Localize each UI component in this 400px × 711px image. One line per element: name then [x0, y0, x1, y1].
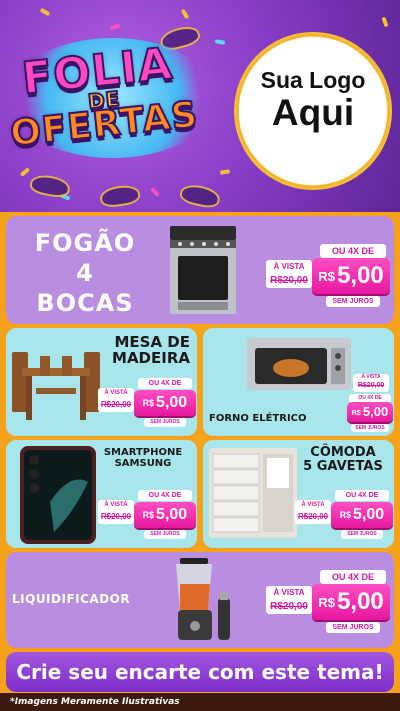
cta-banner[interactable]: Crie seu encarte com este tema! [6, 652, 394, 692]
smartphone-image [20, 446, 96, 544]
price-tag: À VISTA R$20,00 OU 4X DE R$5,00 SEM JURO… [266, 566, 390, 646]
product-name-line: FOGÃO [34, 229, 136, 257]
price-old: R$20,00 [100, 512, 132, 521]
confetti [381, 16, 389, 28]
price-currency: R$ [318, 268, 336, 284]
logo-placeholder-text: Sua Logo Aqui [234, 68, 392, 133]
product-card-liquidificador[interactable]: LIQUIDIFICADOR À VISTA R$20,00 OU 4X DE … [6, 552, 394, 648]
price-currency: R$ [142, 398, 155, 408]
carnival-mask-icon [28, 172, 72, 200]
price-avista-label: À VISTA [301, 502, 325, 508]
price-value: R$5,00 [312, 584, 390, 620]
confetti [39, 7, 51, 17]
confetti [219, 169, 231, 175]
price-note: SEM JUROS [144, 418, 186, 427]
blender-image [176, 558, 230, 640]
price-currency: R$ [142, 510, 155, 520]
price-tag: À VISTA R$20,00 OU 4X DE R$5,00 SEM JURO… [98, 376, 196, 434]
price-value: R$5,00 [331, 502, 393, 528]
disclaimer-footer: *Imagens Meramente Ilustrativas [0, 693, 400, 711]
price-tag: À VISTA R$20,00 OU 4X DE R$5,00 SEM JURO… [98, 488, 196, 546]
product-name: FORNO ELÉTRICO [209, 413, 309, 425]
price-old: R$20,00 [297, 512, 329, 521]
dresser-image [209, 448, 297, 538]
product-name: LIQUIDIFICADOR [12, 592, 162, 606]
oven-image [247, 338, 351, 390]
product-name: CÔMODA 5 GAVETAS [299, 445, 387, 475]
product-name-line: LIQUIDIFICADOR [12, 592, 131, 606]
product-name-line: SAMSUNG [114, 457, 172, 469]
price-tag: À VISTA R$20,00 OU 4X DE R$5,00 SEM JURO… [295, 488, 393, 546]
price-amount: 5,00 [156, 506, 188, 524]
product-name-line: 4 [76, 259, 94, 287]
price-old: R$20,00 [270, 275, 308, 286]
price-note: SEM JUROS [341, 530, 383, 539]
price-amount: 5,00 [362, 404, 389, 419]
price-amount: 5,00 [337, 588, 384, 615]
price-note: SEM JUROS [144, 530, 186, 539]
table-chairs-image [12, 352, 100, 420]
product-name-line: MESA DE [114, 333, 190, 351]
price-note: SEM JUROS [351, 424, 389, 432]
header-banner: FOLIA DE OFERTAS Sua Logo Aqui [0, 0, 400, 212]
price-installments-label: OU 4X DE [138, 490, 192, 501]
price-note: SEM JUROS [326, 622, 380, 633]
price-old: R$20,00 [100, 400, 132, 409]
price-old: R$20,00 [357, 382, 385, 389]
price-value: R$5,00 [347, 402, 393, 422]
price-avista-label: À VISTA [104, 502, 128, 508]
price-tag: À VISTA R$20,00 OU 4X DE R$5,00 SEM JURO… [266, 240, 390, 320]
product-card-forno[interactable]: FORNO ELÉTRICO À VISTA R$20,00 OU 4X DE … [203, 328, 394, 436]
product-card-comoda[interactable]: CÔMODA 5 GAVETAS À VISTA R$20,00 OU 4X D… [203, 440, 394, 548]
stove-image [170, 226, 236, 314]
confetti [109, 23, 121, 31]
price-avista-label: À VISTA [273, 588, 305, 597]
confetti [214, 39, 226, 45]
carnival-mask-icon [98, 183, 142, 209]
logo-line-1: Sua Logo [260, 67, 366, 93]
price-currency: R$ [318, 594, 336, 610]
confetti [150, 187, 160, 197]
product-name: SMARTPHONE SAMSUNG [96, 447, 190, 470]
price-avista-label: À VISTA [273, 262, 305, 271]
price-avista-label: À VISTA [104, 390, 128, 396]
price-tag: À VISTA R$20,00 OU 4X DE R$5,00 SEM JURO… [347, 372, 393, 436]
price-installments-label: OU 4X DE [138, 378, 192, 389]
product-card-mesa[interactable]: MESA DE MADEIRA À VISTA R$20,00 OU 4X DE… [6, 328, 197, 436]
logo-line-2: Aqui [271, 92, 355, 134]
price-old: R$20,00 [270, 601, 308, 612]
price-installments-label: OU 4X DE [320, 244, 386, 258]
price-amount: 5,00 [337, 262, 384, 289]
price-amount: 5,00 [353, 506, 385, 524]
price-avista-label: À VISTA [361, 374, 381, 380]
price-currency: R$ [339, 510, 352, 520]
product-name: MESA DE MADEIRA [102, 333, 190, 368]
price-value: R$5,00 [134, 390, 196, 416]
confetti [180, 8, 190, 20]
confetti [19, 167, 31, 177]
product-name-line: BOCAS [36, 289, 134, 317]
price-value: R$5,00 [312, 258, 390, 294]
product-card-fogao[interactable]: FOGÃO 4 BOCAS À VISTA R$20,00 OU 4X DE R… [6, 216, 394, 324]
product-name: FOGÃO 4 BOCAS [10, 228, 160, 318]
price-amount: 5,00 [156, 394, 188, 412]
product-name-line: 5 GAVETAS [303, 459, 383, 475]
product-name-line: FORNO ELÉTRICO [209, 413, 307, 424]
price-installments-label: OU 4X DE [320, 570, 386, 584]
product-name-line: CÔMODA [310, 445, 376, 460]
product-card-smartphone[interactable]: SMARTPHONE SAMSUNG À VISTA R$20,00 OU 4X… [6, 440, 197, 548]
price-value: R$5,00 [134, 502, 196, 528]
carnival-mask-icon [178, 182, 222, 210]
price-currency: R$ [351, 408, 361, 417]
product-name-line: MADEIRA [112, 349, 190, 368]
price-installments-label: OU 4X DE [335, 490, 389, 501]
price-note: SEM JUROS [326, 296, 380, 307]
